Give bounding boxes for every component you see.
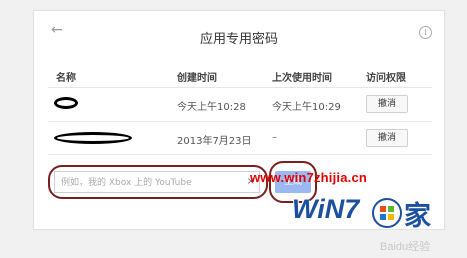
watermark-logo-suffix: 家 <box>404 201 431 232</box>
col-header-last-used: 上次使用时间 <box>272 73 332 84</box>
page-title: 应用专用密码 <box>199 32 278 47</box>
app-passwords-card: ← 应用专用密码 i 名称 创建时间 上次使用时间 访问权限 今天上午10:28… <box>33 10 445 230</box>
watermark-baidu: Baidu经验 <box>380 241 431 253</box>
annotation-oval-input <box>48 165 268 199</box>
row-divider <box>48 121 432 122</box>
col-header-access: 访问权限 <box>366 73 406 84</box>
created-time: 今天上午10:28 <box>177 102 246 113</box>
redacted-name-mark <box>54 97 78 109</box>
last-used-time: – <box>272 132 277 143</box>
col-header-name: 名称 <box>56 73 76 84</box>
windows-flag-icon <box>372 198 402 228</box>
header-divider <box>48 87 432 88</box>
watermark-logo: WiN7 <box>292 194 360 224</box>
col-header-created: 创建时间 <box>177 73 217 84</box>
created-time: 2013年7月23日 <box>177 136 252 147</box>
info-icon[interactable]: i <box>419 26 432 39</box>
row-divider <box>48 154 432 155</box>
revoke-button[interactable]: 撤消 <box>366 95 408 113</box>
redacted-name-mark <box>54 132 132 144</box>
revoke-button[interactable]: 撤消 <box>366 129 408 147</box>
watermark-url: www.win7zhijia.cn <box>250 170 368 185</box>
last-used-time: 今天上午10:29 <box>272 102 341 113</box>
